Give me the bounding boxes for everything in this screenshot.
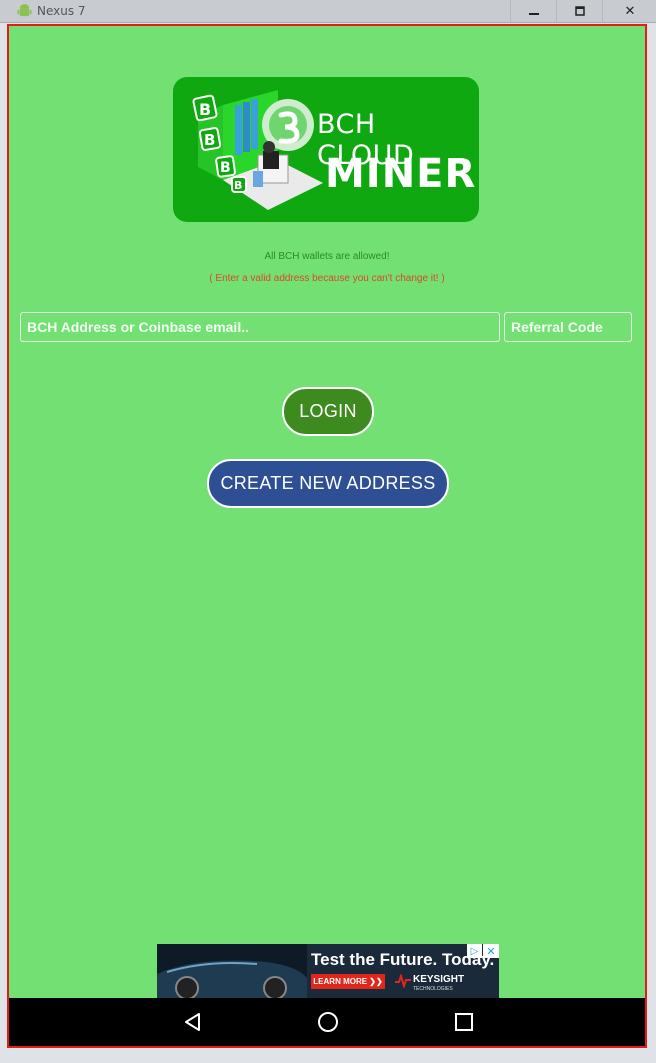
adchoices-icon[interactable]: ▷ [467, 944, 482, 958]
ad-banner[interactable]: Test the Future. Today. LEARN MORE ❯❯ KE… [157, 944, 499, 998]
home-icon[interactable] [316, 1010, 340, 1034]
allowed-wallets-note: All BCH wallets are allowed! [264, 251, 390, 262]
svg-text:B: B [204, 131, 215, 149]
maximize-icon [575, 6, 585, 16]
back-icon[interactable] [181, 1010, 205, 1034]
app-screen: B B B B BCH CLOUD MINER All BCH wallets … [9, 26, 645, 998]
svg-text:B: B [199, 100, 211, 119]
login-button[interactable]: LOGIN [282, 387, 374, 436]
minimize-icon [529, 13, 539, 15]
svg-text:B: B [220, 160, 231, 176]
close-button[interactable]: ✕ [602, 0, 656, 22]
device-frame: B B B B BCH CLOUD MINER All BCH wallets … [7, 24, 647, 1048]
close-icon: ✕ [624, 3, 636, 19]
recents-icon[interactable] [452, 1010, 476, 1034]
ad-brand-sub: TECHNOLOGIES [413, 986, 453, 992]
android-nav-bar [9, 998, 645, 1046]
car-image [157, 944, 307, 998]
mining-room-illustration: B B B B [192, 90, 323, 210]
valid-address-warning: ( Enter a valid address because you can'… [209, 273, 445, 284]
bch-address-input[interactable] [20, 312, 500, 342]
referral-code-input[interactable] [504, 312, 632, 342]
minimize-button[interactable] [510, 0, 557, 22]
ad-close-icon[interactable]: ✕ [483, 944, 499, 958]
window-title: Nexus 7 [37, 4, 86, 18]
app-logo: B B B B BCH CLOUD MINER [173, 77, 479, 222]
ad-learn-more-button[interactable]: LEARN MORE ❯❯ [311, 974, 385, 989]
logo-title-line2: MINER [325, 151, 477, 197]
keysight-logo-icon [395, 974, 411, 988]
maximize-button[interactable] [556, 0, 603, 22]
window-titlebar: Nexus 7 ✕ [0, 0, 656, 23]
create-new-address-button[interactable]: CREATE NEW ADDRESS [207, 459, 449, 508]
ad-brand: KEYSIGHT [413, 974, 465, 985]
android-icon [17, 3, 32, 17]
svg-text:B: B [234, 179, 242, 192]
